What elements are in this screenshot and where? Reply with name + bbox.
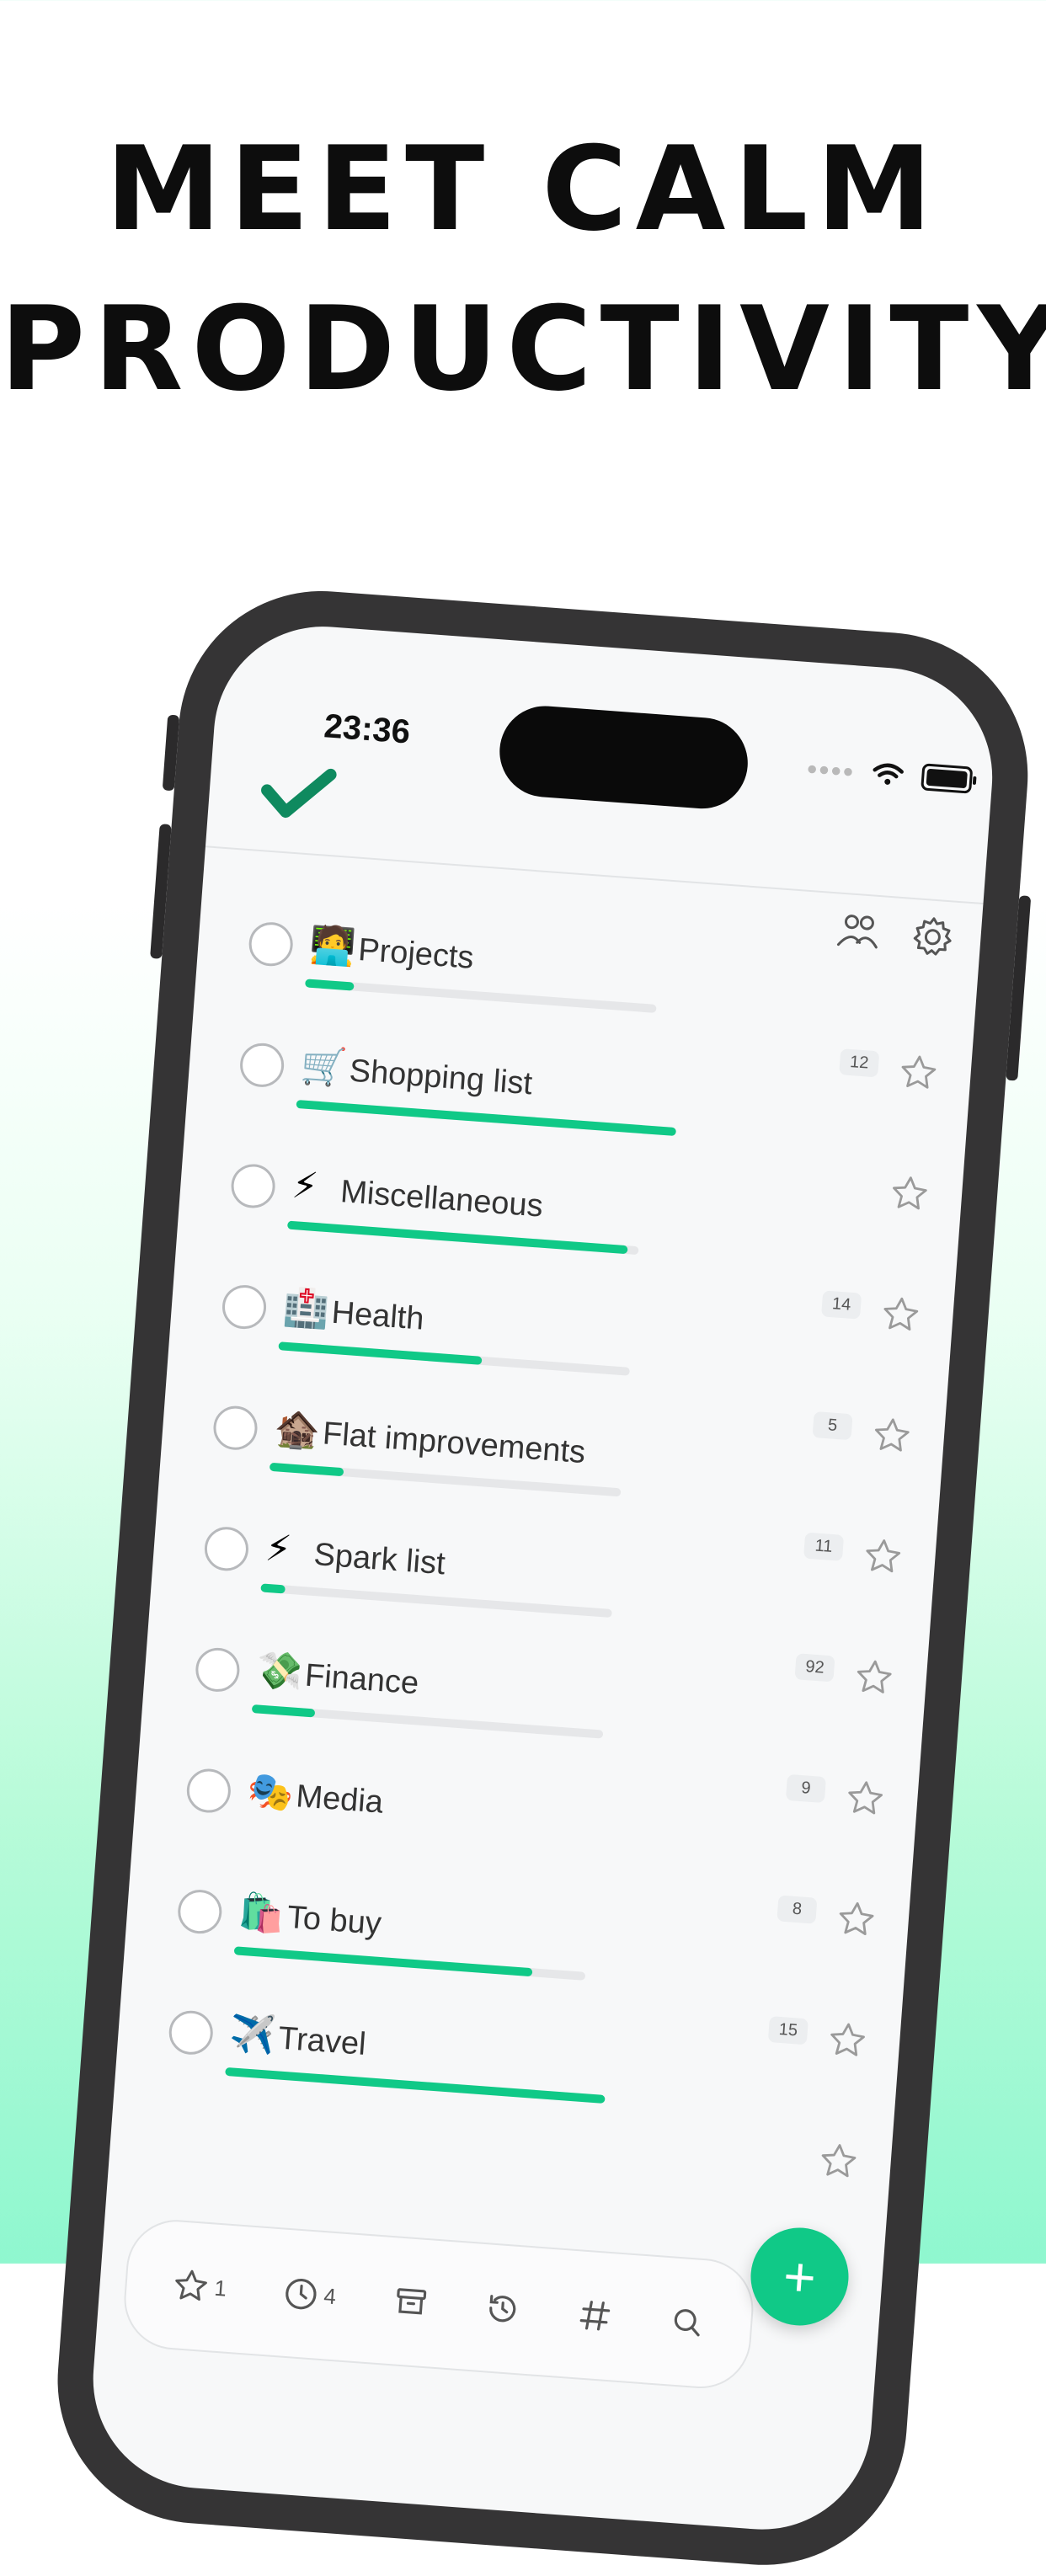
task-count-badge: 92 <box>794 1653 835 1683</box>
list-emoji-icon: ⚡ <box>290 1164 320 1208</box>
progress-track <box>305 979 657 1013</box>
list-emoji-icon: 🛍️ <box>237 1891 286 1936</box>
list-emoji-icon: 🏚️ <box>272 1407 323 1453</box>
complete-checkbox[interactable] <box>203 1525 250 1573</box>
battery-icon <box>921 763 974 794</box>
task-count-badge: 9 <box>785 1773 827 1804</box>
list-emoji-icon: ⚡ <box>264 1527 293 1571</box>
headline-line-2: productivity <box>0 281 1046 417</box>
list-title: Flat improvements <box>321 1416 587 1471</box>
progress-fill <box>233 1946 533 1977</box>
dynamic-island <box>496 702 751 812</box>
list-title: Shopping list <box>348 1053 534 1102</box>
progress-fill <box>278 1341 483 1365</box>
status-time: 23:36 <box>323 707 412 751</box>
list-emoji-icon: 🏥 <box>281 1286 331 1331</box>
task-count-badge: 14 <box>821 1290 862 1320</box>
list-title: Miscellaneous <box>339 1174 545 1224</box>
complete-checkbox[interactable] <box>167 2008 215 2056</box>
list-title: Projects <box>356 931 475 976</box>
list-title: Travel <box>277 2020 367 2062</box>
tab-scheduled[interactable]: 4 <box>282 2275 337 2314</box>
progress-fill <box>305 979 355 991</box>
tab-tags[interactable] <box>576 2296 614 2334</box>
hashtag-icon <box>579 2301 611 2331</box>
complete-checkbox[interactable] <box>247 920 295 968</box>
status-icons: ●●●● <box>805 755 974 794</box>
list-title: Media <box>295 1779 385 1821</box>
star-icon <box>175 2269 207 2301</box>
complete-checkbox[interactable] <box>176 1888 224 1935</box>
task-count-badge: 11 <box>803 1532 845 1561</box>
list-emoji-icon: ✈️ <box>228 2012 278 2057</box>
header-actions <box>834 907 958 961</box>
list-emoji-icon: 🎭 <box>246 1769 296 1815</box>
progress-track <box>233 1946 585 1981</box>
progress-track <box>251 1704 603 1739</box>
tab-starred[interactable]: 1 <box>171 2266 228 2307</box>
complete-checkbox[interactable] <box>211 1404 259 1452</box>
progress-fill <box>225 2067 606 2104</box>
complete-checkbox[interactable] <box>221 1283 268 1331</box>
wifi-icon <box>873 763 905 785</box>
progress-track <box>278 1341 630 1376</box>
bottom-navigation: 1 4 <box>120 2216 757 2392</box>
task-count-badge: 5 <box>812 1411 853 1441</box>
clock-icon <box>286 2278 317 2310</box>
phone-mockup: 23:36 ●●●● <box>47 581 1038 2575</box>
add-task-button[interactable]: + <box>747 2224 852 2329</box>
list-emoji-icon: 🧑‍💻 <box>308 923 358 968</box>
star-icon[interactable] <box>817 2140 860 2183</box>
search-icon <box>674 2309 700 2337</box>
progress-track <box>296 1099 677 1137</box>
tab-search[interactable] <box>669 2303 707 2341</box>
progress-fill <box>296 1099 677 1137</box>
complete-checkbox[interactable] <box>238 1042 286 1089</box>
app-screen: 23:36 ●●●● <box>85 618 1001 2537</box>
complete-checkbox[interactable] <box>229 1162 277 1210</box>
progress-track <box>260 1583 612 1618</box>
history-icon <box>489 2295 516 2323</box>
progress-track <box>225 2067 606 2104</box>
scheduled-count: 4 <box>323 2282 338 2309</box>
archive-icon <box>396 2288 426 2315</box>
tab-history[interactable] <box>484 2290 522 2328</box>
headline-line-1: Meet calm <box>105 121 941 257</box>
app-logo-check-icon <box>261 768 337 819</box>
gear-icon[interactable] <box>909 913 958 962</box>
progress-fill <box>286 1220 628 1255</box>
list-emoji-icon: 💸 <box>254 1649 304 1694</box>
task-count-badge: 8 <box>776 1895 818 1924</box>
progress-fill <box>251 1704 316 1718</box>
list-emoji-icon: 🛒 <box>299 1044 349 1090</box>
header-divider <box>205 845 984 905</box>
task-count-badge: 15 <box>767 2016 809 2045</box>
complete-checkbox[interactable] <box>185 1767 232 1815</box>
tab-archive[interactable] <box>392 2283 430 2321</box>
list-title: Health <box>330 1294 425 1337</box>
signal-icon: ●●●● <box>805 757 856 782</box>
list-title: To buy <box>286 1899 383 1942</box>
headline: Meet calm productivity <box>0 109 1046 429</box>
starred-count: 1 <box>213 2275 228 2301</box>
people-icon[interactable] <box>834 907 883 956</box>
task-lists: 🧑‍💻 Projects 12 🛒 Shopping list ⚡ Miscel… <box>154 912 982 2178</box>
progress-track <box>286 1220 639 1256</box>
list-title: Finance <box>303 1657 420 1702</box>
progress-fill <box>260 1583 286 1594</box>
list-title: Spark list <box>312 1536 447 1582</box>
progress-fill <box>269 1462 344 1477</box>
complete-checkbox[interactable] <box>194 1646 242 1693</box>
task-count-badge: 12 <box>839 1048 880 1078</box>
